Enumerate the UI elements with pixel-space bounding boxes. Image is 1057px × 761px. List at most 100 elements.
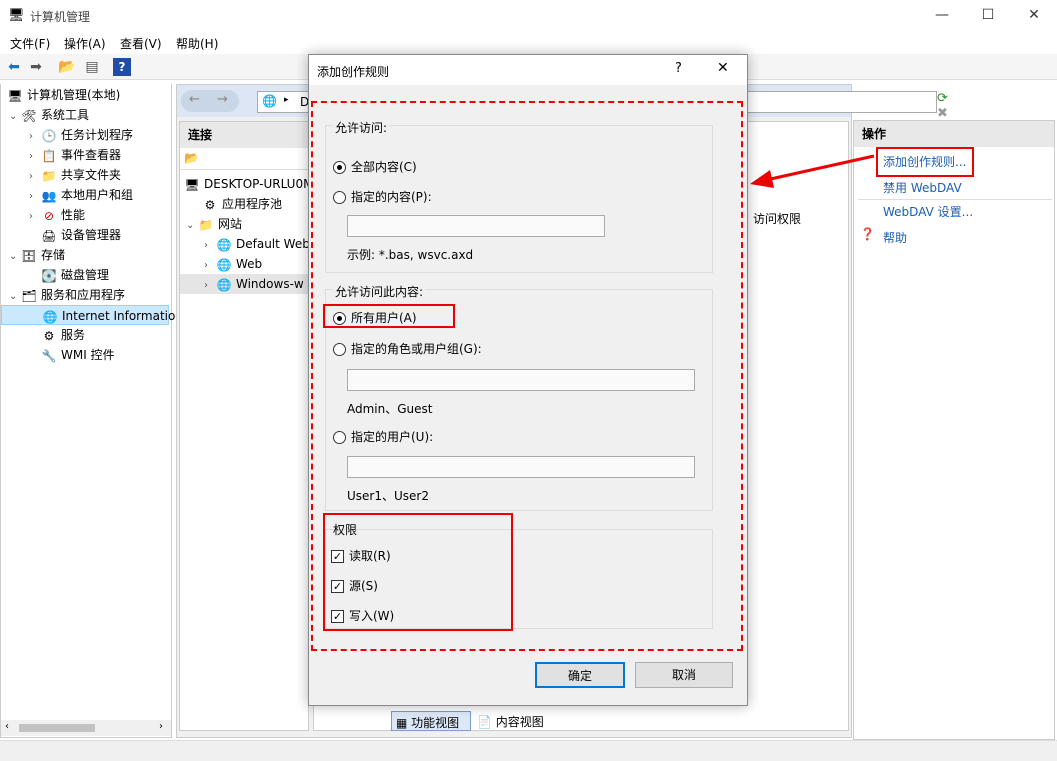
site-node[interactable]: › 🌐 Default Web <box>180 234 310 256</box>
tree-task-scheduler[interactable]: › 🕒 任务计划程序 <box>1 125 171 145</box>
tree-root[interactable]: 🖥 计算机管理(本地) <box>1 85 171 105</box>
dialog-close-button[interactable]: ✕ <box>717 60 729 76</box>
chevron-right-icon[interactable]: › <box>204 256 216 276</box>
tree-shared-folders[interactable]: › 📁 共享文件夹 <box>1 165 171 185</box>
specified-content-radio[interactable]: 指定的内容(P): <box>333 188 432 205</box>
tree-disk-management[interactable]: 💽 磁盘管理 <box>1 265 171 285</box>
site-node-selected[interactable]: › 🌐 Windows-w <box>180 274 308 294</box>
chevron-down-icon[interactable]: ⌄ <box>9 287 21 307</box>
connections-pane: 连接 📂 🖥 DESKTOP-URLU0M ⚙ 应用程序池 ⌄ 📁 网站 › 🌐 Defau… <box>179 121 313 731</box>
tree-event-viewer[interactable]: › 📋 事件查看器 <box>1 145 171 165</box>
scroll-right-icon[interactable]: › <box>159 721 163 732</box>
all-users-radio[interactable]: 所有用户(A) <box>333 309 417 326</box>
radio-icon[interactable] <box>333 343 346 356</box>
tree-iis[interactable]: 🌐 Internet Informatio <box>1 305 175 325</box>
roles-input[interactable] <box>347 369 695 391</box>
menu-file[interactable]: 文件(F) <box>10 35 50 52</box>
radio-selected-icon[interactable] <box>333 312 346 325</box>
ok-button[interactable]: 确定 <box>535 662 625 688</box>
chevron-down-icon[interactable]: ⌄ <box>186 216 198 236</box>
help-icon[interactable]: ? <box>113 58 131 76</box>
content-view-tab[interactable]: 📄 内容视图 <box>473 711 553 731</box>
app-pools-node[interactable]: ⚙ 应用程序池 <box>180 194 308 214</box>
scrollbar-thumb[interactable] <box>19 724 95 732</box>
webdav-settings-link[interactable]: WebDAV 设置... <box>883 203 973 220</box>
stop-icon[interactable]: ✖ <box>937 106 948 121</box>
checkmark-icon[interactable]: ✓ <box>331 580 344 593</box>
refresh-icon[interactable]: ⟳ <box>937 91 948 106</box>
checkmark-icon[interactable]: ✓ <box>331 550 344 563</box>
chevron-right-icon[interactable]: › <box>29 187 41 207</box>
content-example: 示例: *.bas, wsvc.axd <box>347 248 474 262</box>
close-button[interactable]: ✕ <box>1011 0 1057 32</box>
sites-node[interactable]: ⌄ 📁 网站 <box>180 214 308 234</box>
horizontal-scrollbar[interactable]: ‹ › <box>1 720 171 736</box>
chevron-down-icon[interactable]: ⌄ <box>9 107 21 127</box>
services-apps-icon: 🗂 <box>21 288 37 303</box>
chevron-right-icon[interactable]: › <box>29 147 41 167</box>
write-checkbox[interactable]: ✓ 写入(W) <box>331 607 394 624</box>
users-input[interactable] <box>347 456 695 478</box>
specified-content-input[interactable] <box>347 215 605 237</box>
up-folder-icon[interactable]: 📂 <box>58 58 76 76</box>
actions-pane: 操作 添加创作规则... 禁用 WebDAV WebDAV 设置... ❓ 帮助 <box>853 120 1055 740</box>
maximize-button[interactable]: ☐ <box>965 0 1011 32</box>
actions-header: 操作 <box>854 121 1054 147</box>
permissions-label: 权限 <box>333 523 358 537</box>
chevron-right-icon[interactable]: › <box>29 127 41 147</box>
chevron-right-icon[interactable]: › <box>29 167 41 187</box>
add-authoring-rule-link[interactable]: 添加创作规则... <box>883 153 966 170</box>
scroll-left-icon[interactable]: ‹ <box>5 721 9 732</box>
tree-wmi[interactable]: 🔧 WMI 控件 <box>1 345 171 365</box>
cancel-button[interactable]: 取消 <box>635 662 733 688</box>
connect-icon[interactable]: 📂 <box>184 151 199 165</box>
menu-help[interactable]: 帮助(H) <box>176 35 218 52</box>
tree-services[interactable]: ⚙ 服务 <box>1 325 171 345</box>
forward-icon[interactable]: → <box>217 92 228 107</box>
iis-icon: 🌐 <box>42 309 58 324</box>
tree-local-users[interactable]: › 👥 本地用户和组 <box>1 185 171 205</box>
disable-webdav-link[interactable]: 禁用 WebDAV <box>883 179 962 196</box>
roles-radio[interactable]: 指定的角色或用户组(G): <box>333 340 482 357</box>
dialog-title: 添加创作规则 <box>317 65 390 79</box>
chevron-right-icon[interactable]: › <box>29 207 41 227</box>
host-node[interactable]: 🖥 DESKTOP-URLU0M <box>180 174 313 194</box>
computer-management-icon: 🖥 <box>8 8 25 23</box>
radio-icon[interactable] <box>333 191 346 204</box>
gear-icon: ⚙ <box>43 328 55 343</box>
forward-icon[interactable]: ➡ <box>27 58 45 76</box>
tree-storage[interactable]: ⌄ 🗄 存储 <box>1 245 171 265</box>
tree-performance[interactable]: › ⊘ 性能 <box>1 205 171 225</box>
minimize-button[interactable]: — <box>919 0 965 32</box>
menu-view[interactable]: 查看(V) <box>120 35 162 52</box>
tree-services-apps[interactable]: ⌄ 🗂 服务和应用程序 <box>1 285 171 305</box>
column-header[interactable]: 访问权限 <box>746 206 856 228</box>
tools-icon: 🛠 <box>21 108 37 123</box>
shared-folder-icon: 📁 <box>41 168 57 183</box>
window-title: 计算机管理 <box>30 10 91 24</box>
tree-system-tools[interactable]: ⌄ 🛠 系统工具 <box>1 105 171 125</box>
radio-icon[interactable] <box>333 431 346 444</box>
radio-selected-icon[interactable] <box>333 161 346 174</box>
tree-device-manager[interactable]: 🖨 设备管理器 <box>1 225 171 245</box>
globe-icon: 🌐 <box>216 237 232 252</box>
dialog-title-bar: 添加创作规则 ? ✕ <box>309 55 747 85</box>
site-node[interactable]: › 🌐 Web <box>180 254 308 274</box>
chevron-down-icon[interactable]: ⌄ <box>9 247 21 267</box>
checkmark-icon[interactable]: ✓ <box>331 610 344 623</box>
feature-view-tab[interactable]: ▦ 功能视图 <box>391 711 471 731</box>
back-icon[interactable]: ⬅ <box>5 58 23 76</box>
read-checkbox[interactable]: ✓ 读取(R) <box>331 547 391 564</box>
help-link[interactable]: 帮助 <box>883 229 907 246</box>
dialog-help-button[interactable]: ? <box>675 61 682 76</box>
chevron-right-icon[interactable]: › <box>204 276 216 296</box>
specified-users-radio[interactable]: 指定的用户(U): <box>333 428 433 445</box>
back-icon[interactable]: ← <box>189 92 200 107</box>
source-checkbox[interactable]: ✓ 源(S) <box>331 577 378 594</box>
menu-action[interactable]: 操作(A) <box>64 35 106 52</box>
chevron-right-icon[interactable]: › <box>204 236 216 256</box>
show-hide-tree-icon[interactable]: ▤ <box>83 58 101 76</box>
users-example: User1、User2 <box>347 489 429 503</box>
all-content-radio[interactable]: 全部内容(C) <box>333 158 417 175</box>
nav-buttons[interactable]: ← → <box>181 90 239 112</box>
